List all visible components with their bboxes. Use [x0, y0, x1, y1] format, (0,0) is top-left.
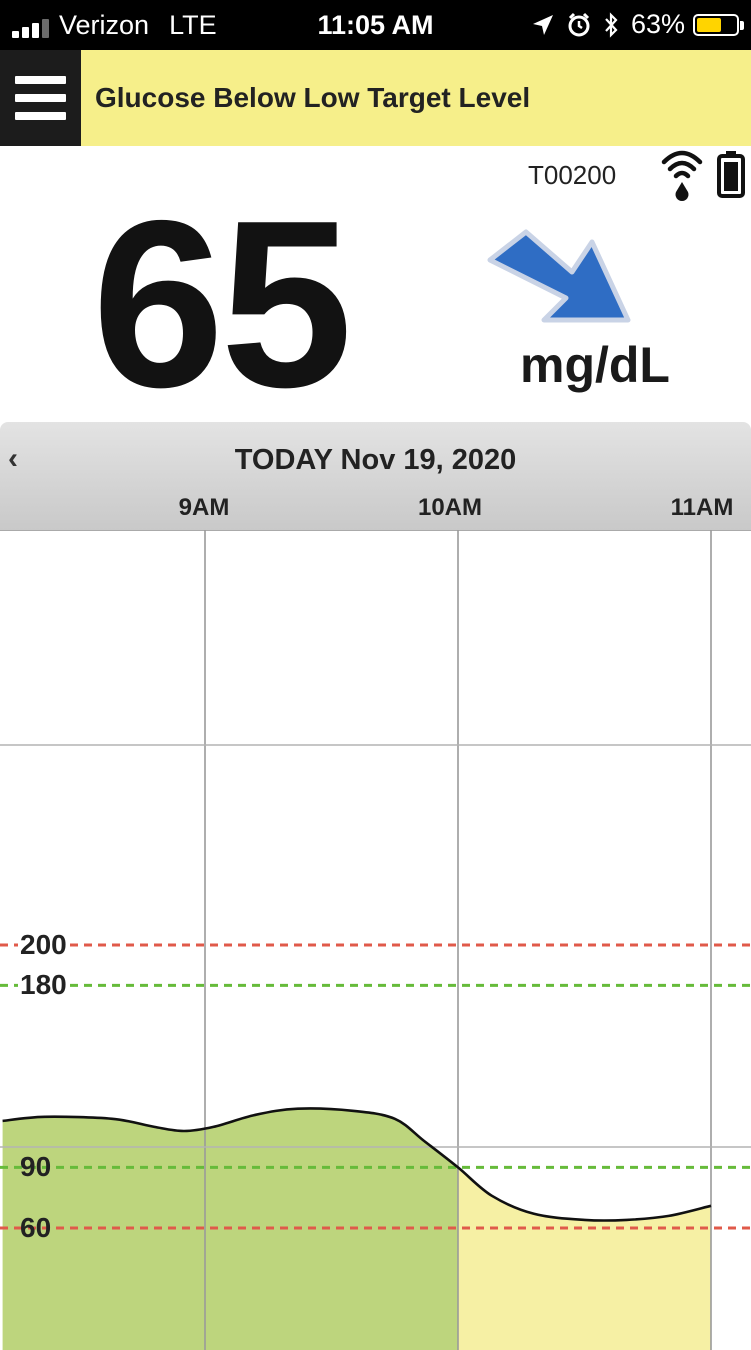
alert-header: Glucose Below Low Target Level	[0, 50, 751, 146]
status-bar: Verizon LTE 11:05 AM 63%	[0, 0, 751, 50]
hamburger-menu-icon[interactable]	[0, 50, 81, 146]
transmitter-id: T00200	[528, 160, 617, 190]
battery-icon	[693, 13, 744, 36]
sensor-battery-icon	[717, 151, 745, 198]
y-tick-label-90: 90	[20, 1151, 52, 1183]
bluetooth-icon	[605, 11, 618, 38]
y-tick-label-200: 200	[18, 929, 69, 960]
glucose-chart-svg	[0, 530, 751, 1350]
hour-label-10am: 10AM	[417, 494, 483, 521]
battery-percent: 63%	[630, 9, 685, 39]
hour-label-11am: 11AM	[670, 494, 734, 521]
hour-label-9am: 9AM	[178, 494, 230, 521]
y-tick-label-60: 60	[20, 1212, 52, 1243]
trend-arrow-down-right-icon	[487, 229, 631, 323]
y-tick-label-180: 180	[18, 969, 69, 1001]
glucose-chart[interactable]: 200 180 90 60	[0, 530, 751, 1350]
location-arrow-icon	[532, 14, 553, 35]
alert-title: Glucose Below Low Target Level	[95, 82, 531, 113]
alarm-clock-icon	[568, 12, 590, 36]
signal-drop-icon	[661, 150, 703, 201]
glucose-units: mg/dL	[520, 337, 670, 393]
date-label: TODAY Nov 19, 2020	[234, 444, 517, 476]
timeline-header: ‹ TODAY Nov 19, 2020 9AM 10AM 11AM	[0, 422, 751, 531]
glucose-value: 65	[92, 172, 353, 437]
